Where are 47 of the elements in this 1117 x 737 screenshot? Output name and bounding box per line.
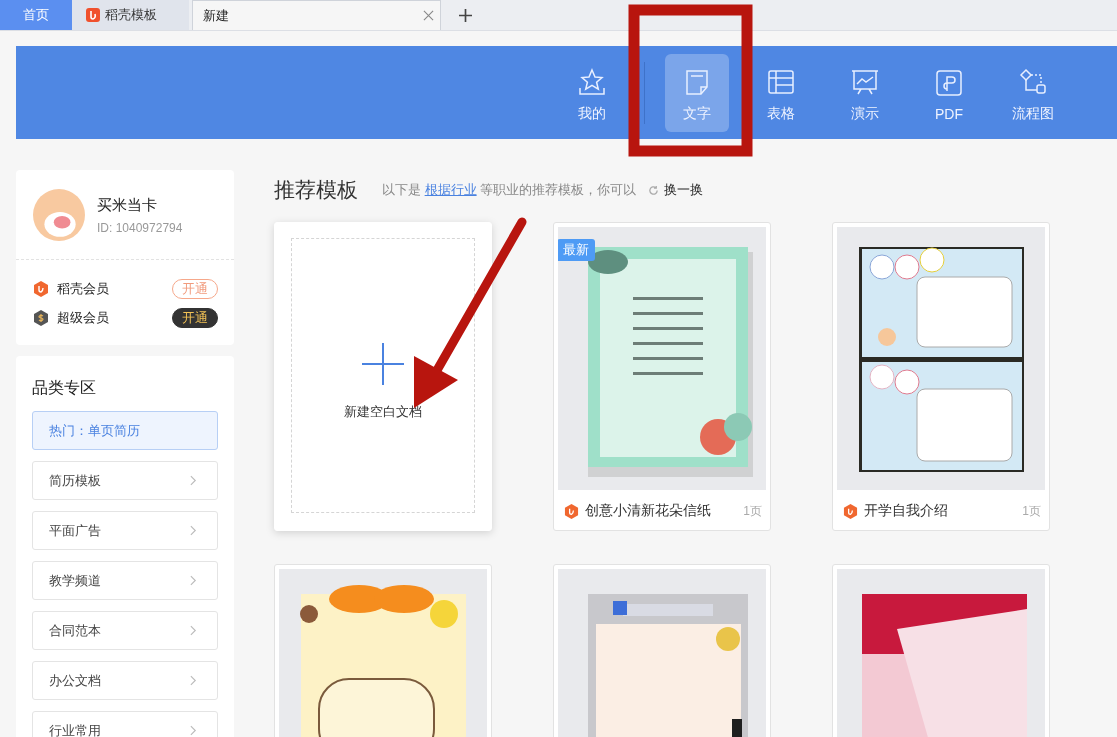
template-card[interactable]: 开学自我介绍 1页 [832,222,1050,531]
tab[interactable]: 稻壳模板 [72,0,189,30]
category-item[interactable]: 办公文档 [32,661,218,700]
add-tab-icon[interactable] [459,8,472,22]
pdf-icon [934,67,964,98]
category-item[interactable]: 热门：单页简历 [32,411,218,450]
flame-badge-icon [33,280,49,297]
flame-logo-icon [86,8,100,22]
new-badge: 最新 [558,239,595,261]
user-name: 买米当卡 [97,195,158,215]
refresh-link[interactable]: 换一换 [664,181,704,199]
intro-text: 以下是 根据行业 等职业的推荐模板，你可以 [382,181,637,199]
category-item[interactable]: 行业常用 [32,711,218,737]
flame-badge-icon [843,503,858,519]
avatar [33,189,85,241]
page-count: 1页 [1022,502,1041,520]
close-icon[interactable] [423,10,434,21]
card-label: 新建空白文档 [344,403,422,421]
industry-link[interactable]: 根据行业 [424,182,477,197]
category-item[interactable]: 合同范本 [32,611,218,650]
flowchart-icon [1018,66,1048,97]
dollar-badge-icon [33,309,49,326]
membership-label: 超级会员 [57,308,110,327]
page-count: 1页 [743,502,762,520]
template-title: 开学自我介绍 [864,502,949,520]
chevron-right-icon [190,725,197,736]
flame-badge-icon [564,503,579,519]
category-item[interactable]: 教学频道 [32,561,218,600]
category-item[interactable]: 简历模板 [32,461,218,500]
chevron-right-icon [190,625,197,636]
panel-title: 品类专区 [32,378,97,398]
tab[interactable]: 新建 [192,0,441,30]
activate-button[interactable]: 开通 [172,307,218,328]
category-item[interactable]: 平面广告 [32,511,218,550]
chevron-right-icon [190,475,197,486]
template-card[interactable]: 最新 创意小清新花朵信纸 1页 [553,222,771,531]
membership-label: 稻壳会员 [57,279,110,298]
chevron-right-icon [190,525,197,536]
refresh-icon[interactable] [648,184,660,196]
template-title: 创意小清新花朵信纸 [585,502,712,520]
new-blank-document-card[interactable]: 新建空白文档 [274,222,492,531]
chevron-right-icon [190,675,197,686]
chevron-right-icon [190,575,197,586]
user-id: ID: 1040972794 [97,220,183,235]
plus-icon [362,343,404,385]
star-icon [577,66,607,97]
section-title: 推荐模板 [274,177,358,203]
